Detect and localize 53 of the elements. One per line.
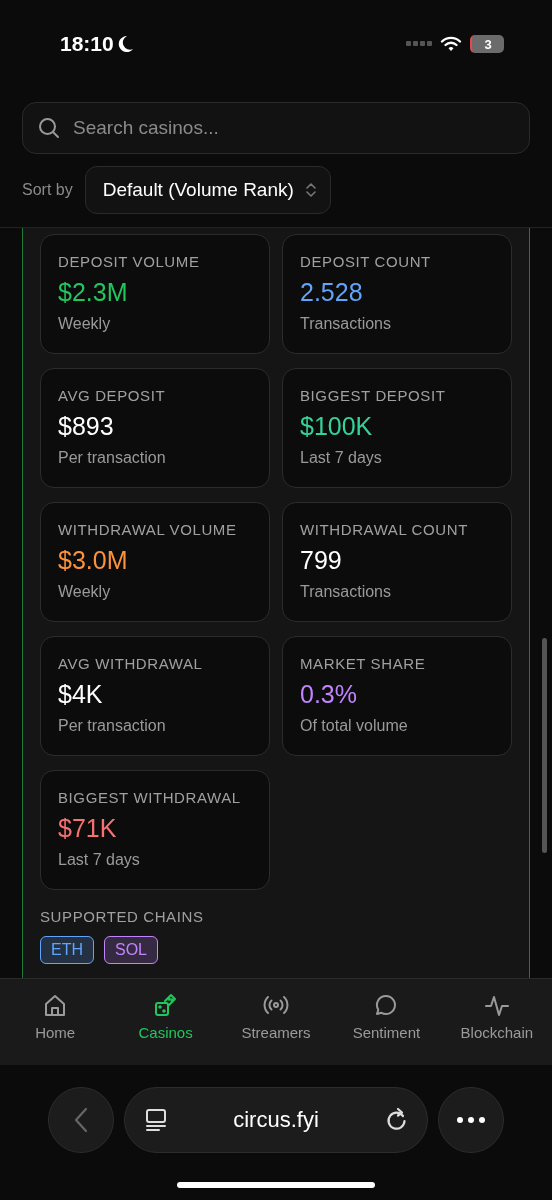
stat-note: Last 7 days [58,851,140,869]
stat-value: $100K [300,412,373,441]
search-field[interactable]: Search casinos... [22,102,530,154]
sort-label: Sort by [22,181,73,199]
chevron-left-icon [74,1107,88,1133]
stat-note: Transactions [300,315,391,333]
chain-tag: SOL [104,936,158,964]
stat-label: AVG WITHDRAWAL [58,655,203,672]
battery-icon: 3 [470,35,504,53]
stat-value: 799 [300,546,342,575]
stat-label: WITHDRAWAL COUNT [300,521,468,538]
moon-icon [117,35,134,53]
ellipsis-icon [457,1117,485,1123]
stat-label: DEPOSIT VOLUME [58,253,200,270]
stat-value: $893 [58,412,114,441]
reader-icon [145,1108,167,1132]
stat-note: Weekly [58,315,111,333]
chain-tag: ETH [40,936,94,964]
clock-time: 18:10 [60,32,114,56]
chevron-updown-icon [305,182,316,198]
sort-dropdown[interactable]: Default (Volume Rank) [84,166,331,214]
url-text: circus.fyi [232,1107,320,1133]
dice-icon [152,993,179,1019]
nav-tab[interactable]: Home [0,993,111,1065]
nav-tab[interactable]: Casinos [110,993,221,1065]
stat-note: Last 7 days [300,449,382,467]
stat-label: BIGGEST DEPOSIT [300,387,446,404]
stat-label: MARKET SHARE [300,655,426,672]
wifi-icon [440,36,462,52]
stat-label: AVG DEPOSIT [58,387,166,404]
nav-tab[interactable]: Blockchain [441,993,552,1065]
stat-label: BIGGEST WITHDRAWAL [58,789,241,806]
nav-tab[interactable]: Sentiment [331,993,442,1065]
pulse-icon [483,993,510,1019]
stat-value: 2.528 [300,278,363,307]
stat-note: Of total volume [300,717,408,735]
stat-note: Per transaction [58,717,166,735]
stat-note: Per transaction [58,449,166,467]
stat-note: Weekly [58,583,111,601]
stat-value: 0.3% [300,680,357,709]
stat-note: Transactions [300,583,391,601]
signal-icon [406,41,432,47]
stat-value: $71K [58,814,117,843]
address-bar[interactable]: circus.fyi [124,1087,428,1153]
stat-value: $2.3M [58,278,128,307]
stat-label: WITHDRAWAL VOLUME [58,521,237,538]
stat-label: DEPOSIT COUNT [300,253,431,270]
nav-tab[interactable]: Streamers [220,993,332,1065]
stat-value: $4K [58,680,103,709]
section-title: SUPPORTED CHAINS [40,908,204,925]
reload-icon[interactable] [385,1107,409,1133]
stat-value: $3.0M [58,546,128,575]
search-icon [38,117,60,139]
